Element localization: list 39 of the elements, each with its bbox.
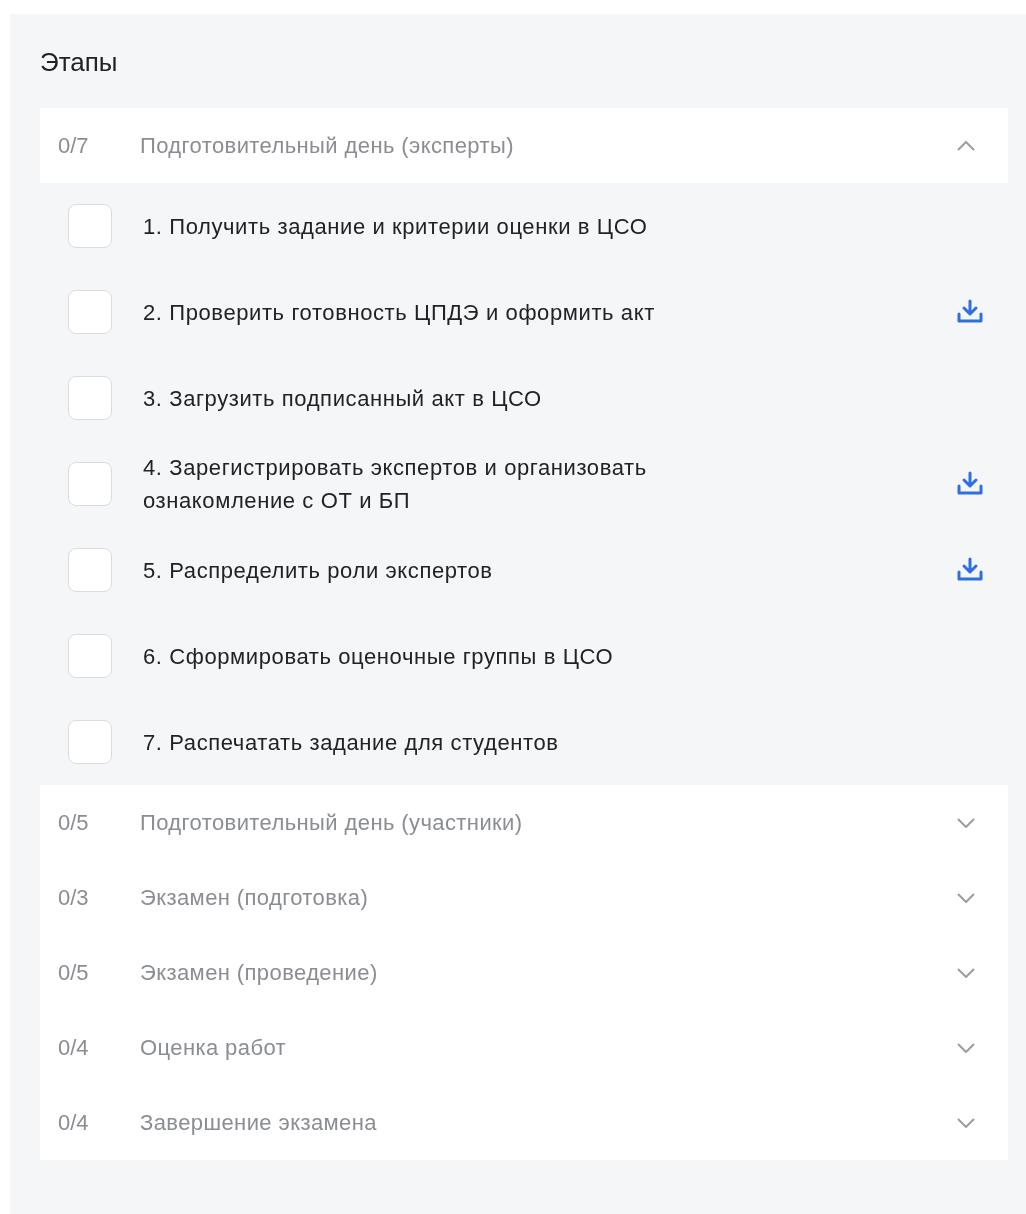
stage-title: Экзамен (подготовка) [140,884,370,911]
task-label: 3. Загрузить подписанный акт в ЦСО [143,384,543,413]
checkbox[interactable] [68,376,112,420]
stage-title: Подготовительный день (эксперты) [140,132,515,159]
checkbox[interactable] [68,462,112,506]
checkbox[interactable] [68,720,112,764]
task-label: 1. Получить задание и критерии оценки в ЦСО [143,212,649,241]
chevron-down-icon [957,967,975,978]
progress-count: 0/5 [58,809,90,836]
checkbox[interactable] [68,634,112,678]
task-label: 5. Распределить роли экспертов [143,556,494,585]
stage-header[interactable]: 0/4 Оценка работ [40,1010,1008,1085]
chevron-down-icon [957,892,975,903]
chevron-down-icon [957,1117,975,1128]
progress-count: 0/5 [58,959,90,986]
stage-header[interactable]: 0/5 Экзамен (проведение) [40,935,1008,1010]
checkbox[interactable] [68,548,112,592]
stage-title: Подготовительный день (участники) [140,809,524,836]
task-label: 6. Сформировать оценочные группы в ЦСО [143,642,615,671]
progress-count: 0/4 [58,1034,90,1061]
progress-count: 0/4 [58,1109,90,1136]
stage-header[interactable]: 0/5 Подготовительный день (участники) [40,785,1008,860]
checkbox[interactable] [68,204,112,248]
progress-count: 0/3 [58,884,90,911]
chevron-down-icon [957,817,975,828]
stage-header[interactable]: 0/4 Завершение экзамена [40,1085,1008,1160]
stage-header[interactable]: 0/3 Экзамен (подготовка) [40,860,1008,935]
chevron-up-icon [957,140,975,151]
chevron-down-icon [957,1042,975,1053]
stage-title: Завершение экзамена [140,1109,378,1136]
stage-title: Экзамен (проведение) [140,959,379,986]
stage-title: Оценка работ [140,1034,287,1061]
progress-count: 0/7 [58,132,90,159]
stage-header[interactable]: 0/7 Подготовительный день (эксперты) [40,108,1008,183]
task-label: 4. Зарегистрировать экспертов и организовать ознакомление с ОТ и БП [143,454,648,515]
task-label: 7. Распечатать задание для студентов [143,728,560,757]
task-label: 2. Проверить готовность ЦПДЭ и оформить акт [143,298,656,327]
section-title: Этапы [40,46,119,79]
checkbox[interactable] [68,290,112,334]
